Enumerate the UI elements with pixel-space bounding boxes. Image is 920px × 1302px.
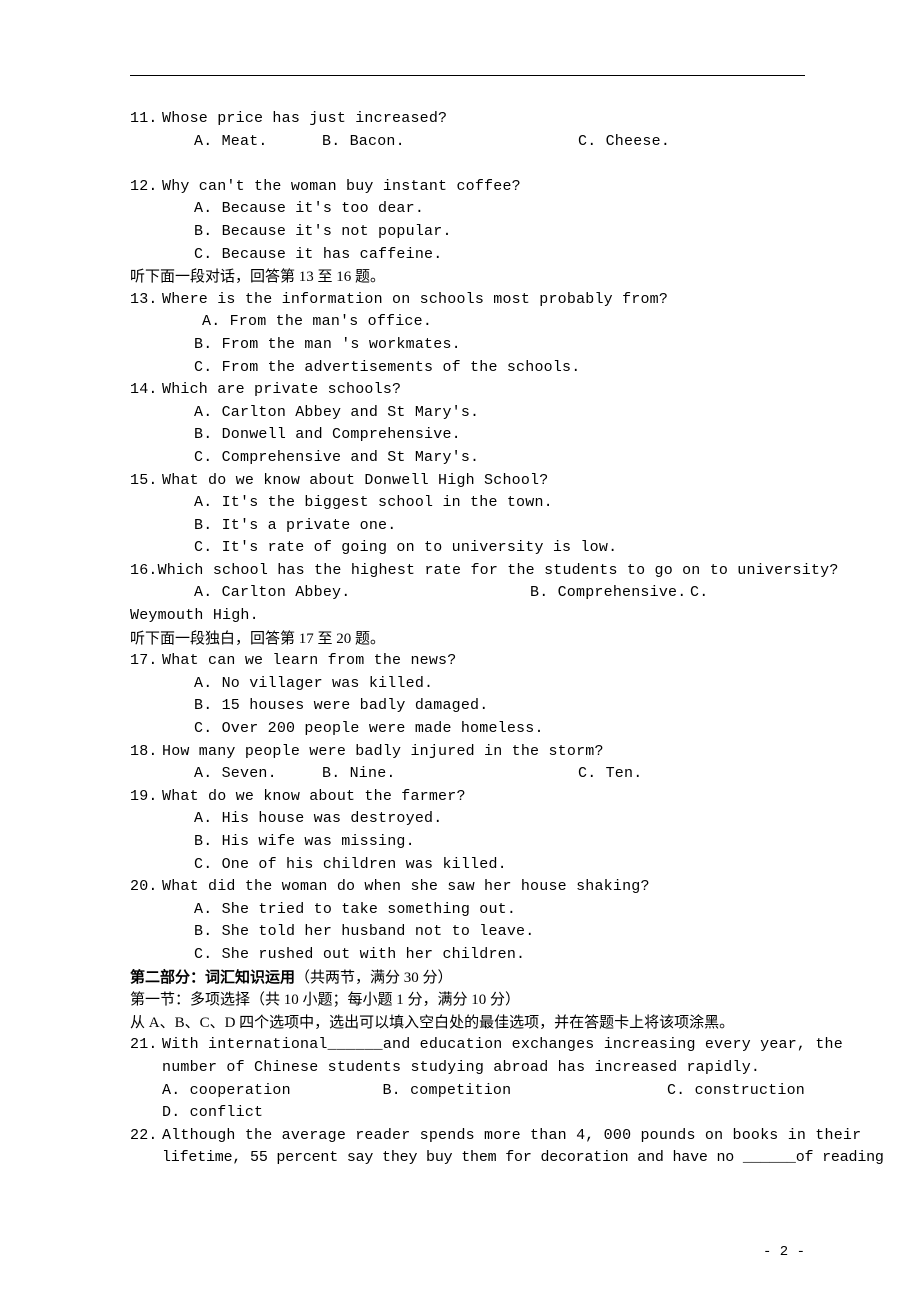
q14-stem: 14. Which are private schools? [130,379,805,402]
q22-line2: lifetime, 55 percent say they buy them f… [130,1147,805,1170]
q-text: Which are private schools? [162,379,401,402]
part2-instruction: 从 A、B、C、D 四个选项中，选出可以填入空白处的最佳选项，并在答题卡上将该项… [130,1012,805,1035]
q14-opt-b: B. Donwell and Comprehensive. [130,424,805,447]
part2-title: 第二部分：词汇知识运用 [130,970,295,986]
page-number: - 2 - [763,1244,805,1260]
q21-frag-a: With international [162,1034,328,1057]
part2-subtitle: 第一节：多项选择（共 10 小题；每小题 1 分，满分 10 分） [130,989,805,1012]
part2-score: （共两节，满分 30 分） [295,970,453,986]
q-num: 18. [130,741,162,764]
opt-c: C. Ten. [578,763,642,786]
opt-c: C. construction [667,1080,805,1103]
q17-stem: 17. What can we learn from the news? [130,650,805,673]
q22-frag-b: of reading [796,1149,884,1166]
q22-line1: 22. Although the average reader spends m… [130,1125,805,1148]
q16-wrap: Weymouth High. [130,605,805,628]
q-num: 20. [130,876,162,899]
q-text: Which school has the highest rate for th… [158,560,839,583]
q21-options-row1: A. cooperation B. competition C. constru… [130,1080,805,1103]
q12-opt-b: B. Because it's not popular. [130,221,805,244]
opt-b: B. Bacon. [322,131,578,154]
q17-opt-a: A. No villager was killed. [130,673,805,696]
q16-options: A. Carlton Abbey. B. Comprehensive. C. [130,582,805,605]
blank-field[interactable]: ______ [743,1149,796,1166]
spacer [130,153,805,176]
q22-text: Although the average reader spends more … [162,1125,861,1148]
section-13-16: 听下面一段对话，回答第 13 至 16 题。 [130,266,805,289]
q15-stem: 15. What do we know about Donwell High S… [130,470,805,493]
document-page: 11. Whose price has just increased? A. M… [0,0,920,1170]
blank-field[interactable]: ______ [328,1034,383,1057]
opt-b: B. competition [382,1080,590,1103]
q-num: 17. [130,650,162,673]
q-num: 21. [130,1034,162,1057]
q13-opt-b: B. From the man 's workmates. [130,334,805,357]
q-num: 12. [130,176,162,199]
q13-stem: 13. Where is the information on schools … [130,289,805,312]
q17-opt-b: B. 15 houses were badly damaged. [130,695,805,718]
q13-opt-c: C. From the advertisements of the school… [130,357,805,380]
q-text: What do we know about the farmer? [162,786,466,809]
q20-stem: 20. What did the woman do when she saw h… [130,876,805,899]
opt-a: A. Carlton Abbey. [194,582,530,605]
q19-opt-b: B. His wife was missing. [130,831,805,854]
q21-frag-b: and education exchanges increasing every… [383,1034,843,1057]
opt-a: A. Meat. [194,131,322,154]
q19-opt-a: A. His house was destroyed. [130,808,805,831]
opt-c: C. Cheese. [578,131,670,154]
q21-line2: number of Chinese students studying abro… [130,1057,805,1080]
q20-opt-b: B. She told her husband not to leave. [130,921,805,944]
header-rule [130,75,805,76]
q-text: What do we know about Donwell High Schoo… [162,470,548,493]
q-text: Why can't the woman buy instant coffee? [162,176,521,199]
q12-opt-c: C. Because it has caffeine. [130,244,805,267]
q-num: 14. [130,379,162,402]
q-num: 22. [130,1125,162,1148]
q11-stem: 11. Whose price has just increased? [130,108,805,131]
q-num: 13. [130,289,162,312]
q-num: 11. [130,108,162,131]
q21-opt-d: D. conflict [130,1102,805,1125]
part2-heading: 第二部分：词汇知识运用（共两节，满分 30 分） [130,967,805,990]
q15-opt-b: B. It's a private one. [130,515,805,538]
opt-a: A. cooperation [162,1080,306,1103]
q11-options: A. Meat. B. Bacon. C. Cheese. [130,131,805,154]
q18-options: A. Seven. B. Nine. C. Ten. [130,763,805,786]
q-text: What did the woman do when she saw her h… [162,876,650,899]
q-text: How many people were badly injured in th… [162,741,604,764]
q22-frag-a: lifetime, 55 percent say they buy them f… [162,1149,743,1166]
q14-opt-a: A. Carlton Abbey and St Mary's. [130,402,805,425]
q12-opt-a: A. Because it's too dear. [130,198,805,221]
q-text: Whose price has just increased? [162,108,447,131]
q-num: 19. [130,786,162,809]
q20-opt-a: A. She tried to take something out. [130,899,805,922]
q-num: 16. [130,560,158,583]
q-text: Where is the information on schools most… [162,289,668,312]
q15-opt-a: A. It's the biggest school in the town. [130,492,805,515]
opt-b: B. Comprehensive. [530,582,690,605]
q17-opt-c: C. Over 200 people were made homeless. [130,718,805,741]
section-17-20: 听下面一段独白，回答第 17 至 20 题。 [130,628,805,651]
q13-opt-a: A. From the man's office. [130,311,805,334]
opt-c: C. [690,582,708,605]
q-num: 15. [130,470,162,493]
q-text: What can we learn from the news? [162,650,456,673]
q20-opt-c: C. She rushed out with her children. [130,944,805,967]
q12-stem: 12. Why can't the woman buy instant coff… [130,176,805,199]
q21-line1: 21. With international ______ and educat… [130,1034,805,1057]
opt-b: B. Nine. [322,763,578,786]
q19-stem: 19. What do we know about the farmer? [130,786,805,809]
q19-opt-c: C. One of his children was killed. [130,854,805,877]
q15-opt-c: C. It's rate of going on to university i… [130,537,805,560]
q16-stem: 16. Which school has the highest rate fo… [130,560,805,583]
q18-stem: 18. How many people were badly injured i… [130,741,805,764]
opt-a: A. Seven. [194,763,322,786]
q14-opt-c: C. Comprehensive and St Mary's. [130,447,805,470]
